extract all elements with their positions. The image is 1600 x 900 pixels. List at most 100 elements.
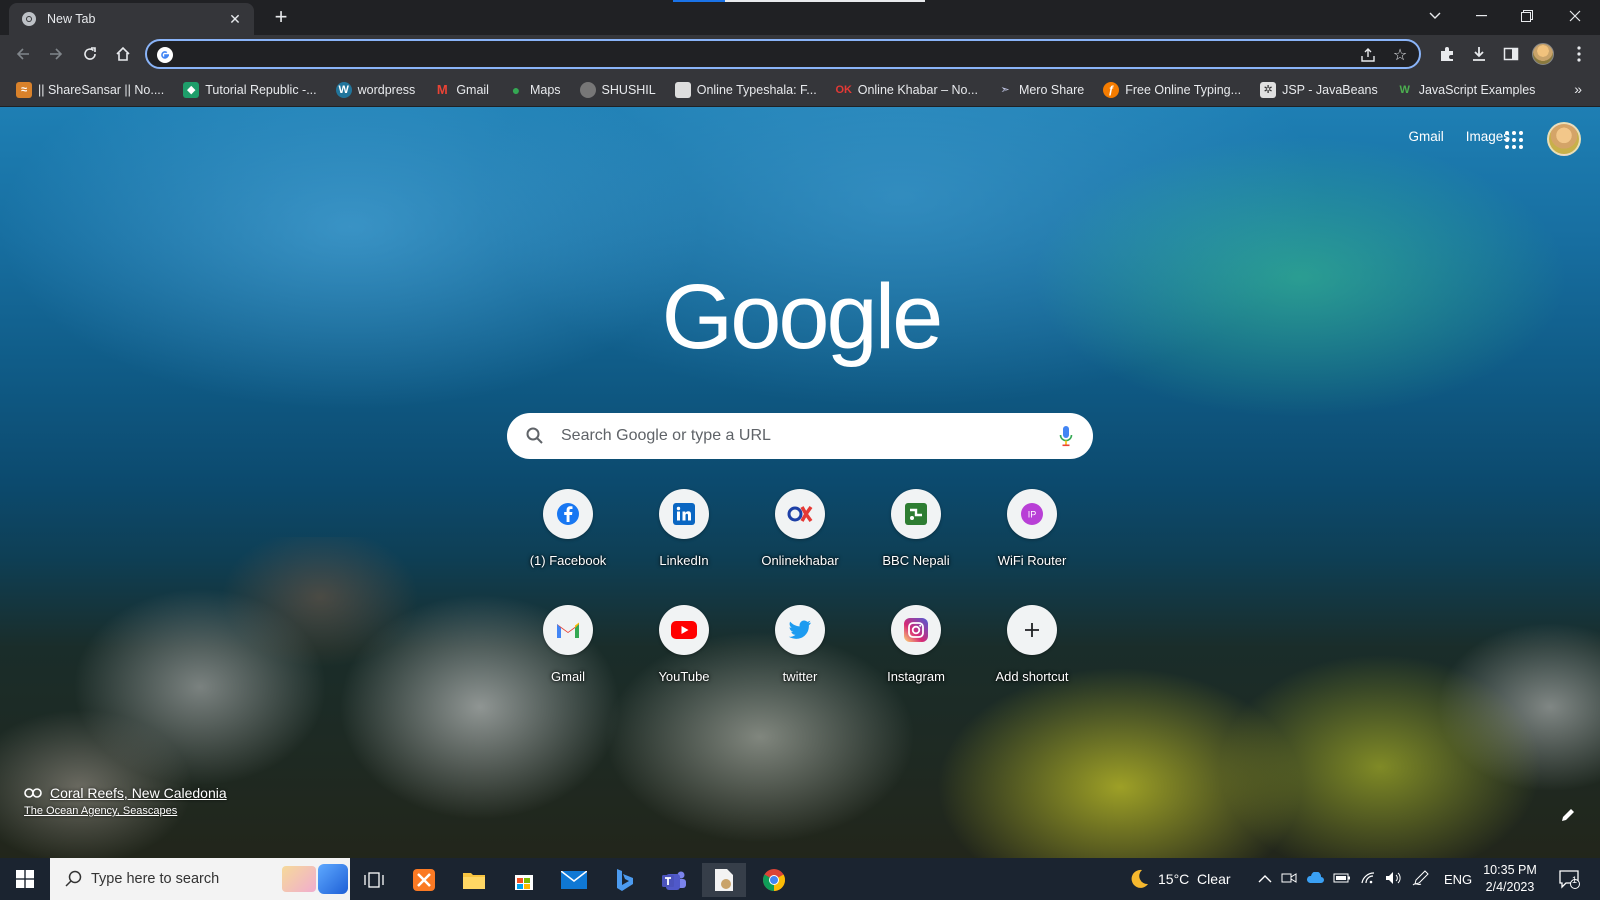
shortcut-twitter[interactable]: twitter [742,599,858,707]
new-tab-button[interactable]: + [267,5,295,31]
search-input[interactable] [561,425,1021,447]
document-app[interactable] [702,863,746,897]
shortcut-linkedin[interactable]: LinkedIn [626,483,742,591]
shortcut-onlinekhabar[interactable]: Onlinekhabar [742,483,858,591]
w3-icon: W [1399,83,1410,96]
gmail-link[interactable]: Gmail [1408,129,1443,144]
extensions-button[interactable] [1432,39,1462,69]
search-icon [65,870,82,887]
attribution-title-link[interactable]: Coral Reefs, New Caledonia [50,785,227,801]
document-icon [674,81,691,98]
account-avatar[interactable] [1547,122,1581,156]
shortcut-gmail[interactable]: Gmail [510,599,626,707]
bookmark-shushil[interactable]: SHUSHIL [579,77,663,103]
side-panel-button[interactable] [1496,39,1526,69]
bing-app[interactable] [602,863,646,897]
router-ip-icon: IP [1021,503,1043,525]
google-apps-icon[interactable] [1503,129,1525,151]
xampp-app[interactable] [402,863,446,897]
bookmark-sharesansar[interactable]: ≈ || ShareSansar || No.... [16,77,171,103]
bookmark-mero-share[interactable]: ➣ Mero Share [997,77,1091,103]
meet-now-icon[interactable] [1281,871,1297,888]
google-g-icon [157,47,173,63]
restore-button[interactable] [1504,0,1550,32]
minimize-button[interactable] [1458,0,1504,32]
bookmark-wordpress[interactable]: Wwordpress [335,77,423,103]
arrow-right-icon [50,48,63,60]
bookmark-javascript-examples[interactable]: W JavaScript Examples [1397,77,1543,103]
tab-new-tab[interactable]: New Tab ✕ [9,3,254,35]
moon-icon [1131,869,1148,888]
new-tab-page: Gmail Images Google (1) Facebook LinkedI… [0,107,1600,858]
attribution-credit-link[interactable]: The Ocean Agency, Seascapes [24,805,227,817]
mail-icon [561,871,587,889]
reload-button[interactable] [75,39,105,69]
chevron-up-icon[interactable] [1258,872,1272,887]
google-logo: Google [661,266,944,368]
onlinekhabar-icon: OK [835,83,852,96]
weather-widget[interactable]: 15°C Clear [1128,858,1231,900]
shortcut-youtube[interactable]: YouTube [626,599,742,707]
ntp-search-box[interactable] [507,413,1093,459]
bookmark-online-khabar[interactable]: OK Online Khabar – No... [835,77,985,103]
clock[interactable]: 10:35 PM 2/4/2023 [1480,858,1540,900]
notification-center-button[interactable]: 1 [1558,858,1580,900]
puzzle-icon [1441,47,1453,61]
microphone-icon[interactable] [1059,425,1073,447]
maps-icon: ● [511,81,521,98]
shortcut-add[interactable]: Add shortcut [974,599,1090,707]
bookmark-tutorial-republic[interactable]: ◆ Tutorial Republic -... [183,77,323,103]
shortcut-wifi-router[interactable]: IP WiFi Router [974,483,1090,591]
chrome-app[interactable] [752,863,796,897]
windows-logo-icon [16,870,34,888]
download-icon [1473,47,1485,61]
kebab-menu-icon [1577,46,1581,62]
volume-icon[interactable] [1385,871,1403,888]
bookmark-free-online-typing[interactable]: ƒ Free Online Typing... [1103,77,1248,103]
shortcut-bbc-nepali[interactable]: BBC Nepali [858,483,974,591]
customize-pencil-icon[interactable] [1556,803,1580,827]
plus-icon [1025,623,1039,637]
bookmark-gmail[interactable]: M Gmail [434,77,496,103]
bookmark-star-icon[interactable]: ☆ [1389,44,1411,66]
task-view-button[interactable] [352,863,396,897]
home-button[interactable] [108,39,138,69]
shortcuts-grid: (1) Facebook LinkedIn Onlinekhabar BBC N… [510,483,1090,707]
forward-button[interactable] [41,39,71,69]
shortcut-facebook[interactable]: (1) Facebook [510,483,626,591]
bookmark-online-typeshala[interactable]: Online Typeshala: F... [674,77,824,103]
share-icon[interactable] [1357,44,1379,66]
search-highlight-image [282,866,316,892]
reload-icon [84,47,96,60]
downloads-button[interactable] [1464,39,1494,69]
onedrive-icon[interactable] [1306,870,1324,887]
pen-icon[interactable] [1412,869,1430,889]
mail-app[interactable] [552,863,596,897]
microsoft-store-app[interactable] [502,863,546,897]
bookmark-jsp-javabeans[interactable]: ✲ JSP - JavaBeans [1260,77,1385,103]
home-icon [116,46,130,61]
address-input[interactable] [181,44,1301,64]
close-window-button[interactable] [1552,0,1598,32]
back-button[interactable] [8,39,38,69]
battery-icon[interactable] [1333,872,1351,887]
bookmark-maps[interactable]: ● Maps [508,77,568,103]
tab-close-icon[interactable]: ✕ [226,10,244,28]
sharesansar-icon: ≈ [16,81,32,98]
address-bar[interactable]: ☆ [145,39,1421,69]
wifi-icon[interactable] [1360,871,1376,888]
windows-start-button[interactable] [0,858,50,900]
menu-button[interactable] [1564,39,1594,69]
file-explorer-app[interactable] [452,863,496,897]
taskbar-search-box[interactable]: Type here to search [50,858,350,900]
shortcut-instagram[interactable]: Instagram [858,599,974,707]
wordpress-icon: W [335,81,352,98]
tab-search-icon[interactable] [1412,0,1458,32]
search-icon [526,427,543,444]
teams-app[interactable] [652,863,696,897]
language-indicator[interactable]: ENG [1444,858,1472,900]
profile-avatar[interactable] [1532,43,1554,65]
xampp-icon [413,869,435,891]
more-bookmarks-icon[interactable]: » [1574,81,1582,97]
youtube-icon [671,621,697,639]
